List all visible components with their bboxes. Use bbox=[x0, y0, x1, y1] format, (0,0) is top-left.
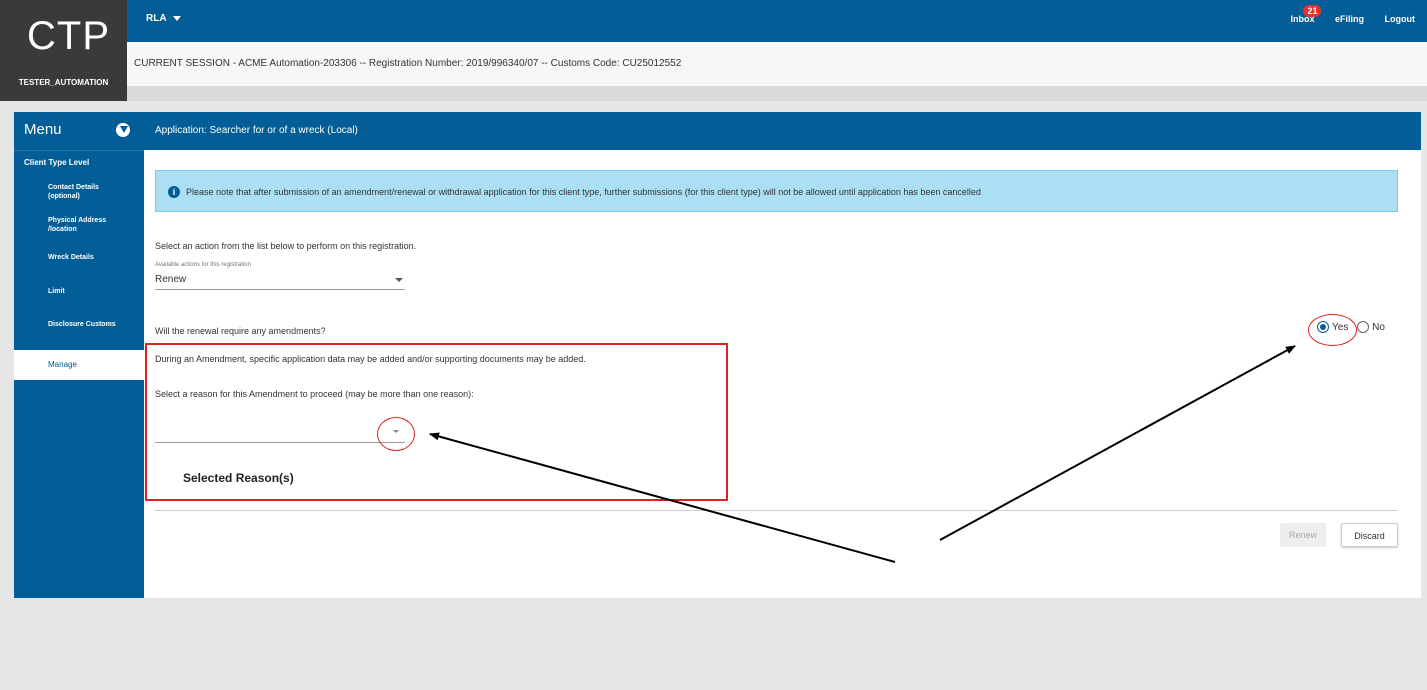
annotation-arrow-dropdown bbox=[429, 432, 896, 563]
annotation-arrow-yes bbox=[939, 345, 1296, 541]
annotation-arrows bbox=[429, 345, 1296, 563]
